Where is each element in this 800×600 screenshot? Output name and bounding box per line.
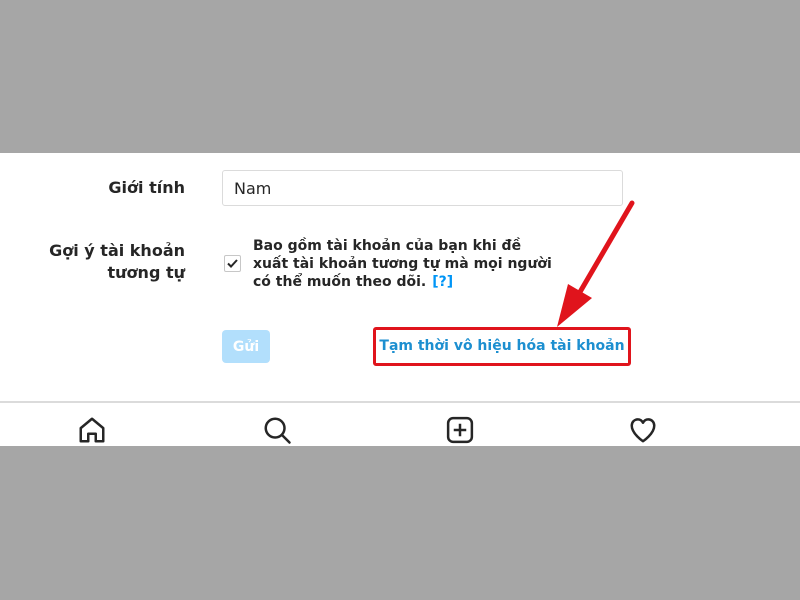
annotation-arrow bbox=[557, 200, 635, 327]
